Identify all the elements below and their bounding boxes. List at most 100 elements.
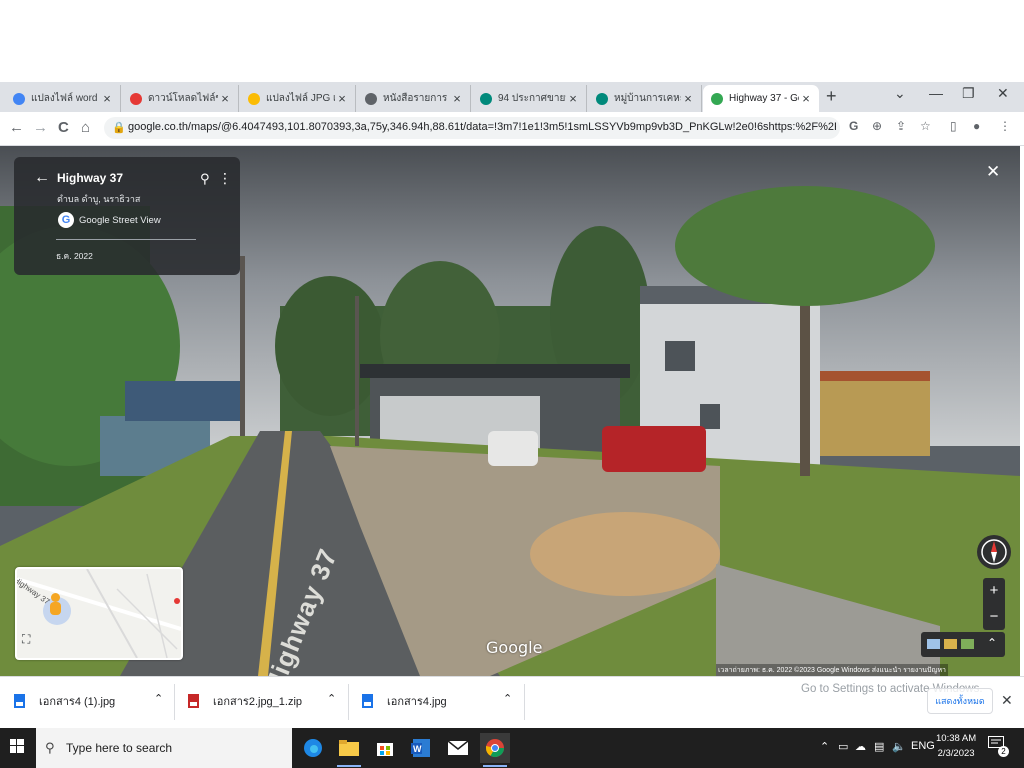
compass-icon[interactable] — [977, 535, 1011, 569]
blue-circle-icon — [480, 92, 492, 105]
battery-icon[interactable]: ▭ — [838, 740, 848, 753]
thumbnail[interactable] — [961, 639, 974, 649]
download-filename: เอกสาร4 (1).jpg — [39, 696, 116, 708]
chevron-up-icon[interactable]: ⌃ — [987, 636, 997, 650]
tab-4[interactable]: หนังสือรายการ - ดำเ× — [357, 85, 471, 112]
globe-icon — [365, 92, 377, 105]
svg-text:W: W — [413, 744, 422, 754]
zoom-out-button[interactable]: − — [983, 604, 1005, 630]
close-tab-icon[interactable]: × — [218, 91, 232, 106]
tab-title: แปลงไฟล์ word เป็น — [31, 93, 100, 104]
network-icon[interactable]: ▤ — [874, 740, 884, 753]
cloud-icon[interactable]: ☁ — [855, 740, 866, 753]
clock-date: 2/3/2023 — [937, 748, 975, 759]
restore-button[interactable]: ❐ — [962, 85, 975, 102]
close-tab-icon[interactable]: × — [681, 91, 695, 106]
language-indicator[interactable]: ENG — [911, 740, 935, 752]
thumbnail[interactable] — [944, 639, 957, 649]
tab-title: ดาวน์โหลดไฟล์ของ — [148, 93, 218, 104]
divider — [56, 239, 196, 240]
google-icon: G — [58, 212, 74, 228]
blue-circle-icon — [596, 92, 608, 105]
tab-3[interactable]: แปลงไฟล์ JPG เป็น× — [240, 85, 356, 112]
address-bar[interactable]: 🔒 google.co.th/maps/@6.4047493,101.80703… — [104, 117, 840, 139]
reload-button[interactable]: C — [58, 119, 69, 136]
minimize-button[interactable]: — — [929, 85, 943, 101]
browser-menu-icon[interactable]: ⋮ — [999, 119, 1011, 133]
share-icon[interactable]: ⇪ — [896, 119, 906, 133]
close-street-view-icon[interactable]: ✕ — [986, 162, 1000, 182]
lock-icon: 🔒 — [112, 122, 126, 134]
side-panel-icon[interactable]: ▯ — [950, 119, 957, 133]
windows-start-icon[interactable] — [10, 739, 24, 756]
pegman-icon[interactable] — [50, 593, 62, 615]
image-file-icon — [362, 694, 373, 708]
tab-5[interactable]: 94 ประกาศขายบ้าน× — [472, 85, 587, 112]
street-view-info-card: ← Highway 37 ⚲ ⋮ ตำบล ดำบู, นราธิวาส G G… — [14, 157, 240, 275]
download-item[interactable]: เอกสาร4.jpg — [362, 692, 447, 710]
back-arrow-icon[interactable]: ← — [34, 169, 50, 187]
tab-1[interactable]: แปลงไฟล์ word เป็น× — [5, 85, 121, 112]
more-options-icon[interactable]: ⋮ — [218, 170, 232, 187]
tab-title: 94 ประกาศขายบ้าน — [498, 93, 566, 104]
download-options-icon[interactable]: ⌃ — [327, 692, 336, 705]
drive-icon — [248, 92, 260, 105]
close-tab-icon[interactable]: × — [799, 91, 813, 106]
chevron-up-icon[interactable]: ⌃ — [820, 740, 829, 753]
tab-title: แปลงไฟล์ JPG เป็น — [266, 93, 335, 104]
profile-avatar-icon[interactable]: ● — [973, 119, 980, 133]
minimap[interactable]: Highway 37 — [15, 567, 183, 660]
download-options-icon[interactable]: ⌃ — [503, 692, 512, 705]
divider — [174, 684, 175, 720]
tab-2[interactable]: ดาวน์โหลดไฟล์ของ× — [122, 85, 239, 112]
zoom-in-button[interactable]: + — [983, 578, 1005, 604]
window-close-button[interactable]: ✕ — [997, 85, 1009, 102]
tab-6[interactable]: หมู่บ้านการเคหะ นา× — [588, 85, 702, 112]
close-tab-icon[interactable]: × — [100, 91, 114, 106]
tab-search-dropdown-icon[interactable]: ⌄ — [894, 85, 906, 102]
download-item[interactable]: เอกสาร4 (1).jpg — [14, 692, 115, 710]
expand-map-icon[interactable]: ⛶ — [22, 632, 30, 647]
running-indicator — [337, 765, 361, 767]
zip-file-icon — [188, 694, 199, 708]
new-tab-button[interactable]: + — [826, 86, 837, 107]
taskbar-search-box[interactable]: ⚲ Type here to search — [36, 728, 292, 768]
maps-pin-icon — [711, 92, 723, 105]
forward-button[interactable]: → — [33, 119, 48, 136]
download-item[interactable]: เอกสาร2.jpg_1.zip — [188, 692, 302, 710]
red-circle-icon — [130, 92, 142, 105]
mail-icon[interactable] — [443, 733, 473, 763]
taskbar-clock[interactable]: 10:38 AM 2/3/2023 — [936, 731, 976, 761]
divider — [524, 684, 525, 720]
store-icon[interactable] — [370, 733, 400, 763]
close-tab-icon[interactable]: × — [450, 91, 464, 106]
close-download-bar-button[interactable]: ✕ — [1001, 692, 1013, 709]
tab-7[interactable]: Highway 37 - Go × — [703, 85, 819, 112]
clock-time: 10:38 AM — [936, 733, 977, 744]
install-app-icon[interactable]: ⊕ — [872, 119, 882, 133]
search-icon: ⚲ — [45, 740, 55, 755]
thumbnail[interactable] — [927, 639, 940, 649]
volume-icon[interactable]: 🔈 — [892, 740, 906, 753]
word-icon[interactable]: W — [406, 733, 436, 763]
file-explorer-icon[interactable] — [334, 733, 364, 763]
download-options-icon[interactable]: ⌃ — [154, 692, 163, 705]
tab-title: Highway 37 - Go — [729, 93, 799, 104]
photo-thumbnails[interactable]: ⌃ — [921, 632, 1005, 657]
google-icon — [13, 92, 25, 105]
chrome-icon[interactable] — [480, 733, 510, 763]
bookmark-star-icon[interactable]: ☆ — [920, 119, 931, 133]
close-tab-icon[interactable]: × — [335, 91, 349, 106]
edge-icon[interactable] — [298, 733, 328, 763]
url-text[interactable]: google.co.th/maps/@6.4047493,101.8070393… — [128, 121, 836, 133]
back-button[interactable]: ← — [9, 119, 24, 136]
google-lens-icon[interactable]: G — [849, 119, 858, 133]
notification-badge: 2 — [998, 746, 1009, 757]
show-all-downloads-button[interactable]: แสดงทั้งหมด — [927, 688, 993, 714]
location-pin-icon[interactable]: ⚲ — [200, 171, 210, 187]
download-filename: เอกสาร4.jpg — [387, 696, 447, 708]
notification-center-icon[interactable]: 2 — [988, 736, 1009, 757]
capture-date[interactable]: ธ.ค. 2022 — [56, 249, 93, 263]
home-button[interactable]: ⌂ — [81, 119, 90, 136]
close-tab-icon[interactable]: × — [566, 91, 580, 106]
